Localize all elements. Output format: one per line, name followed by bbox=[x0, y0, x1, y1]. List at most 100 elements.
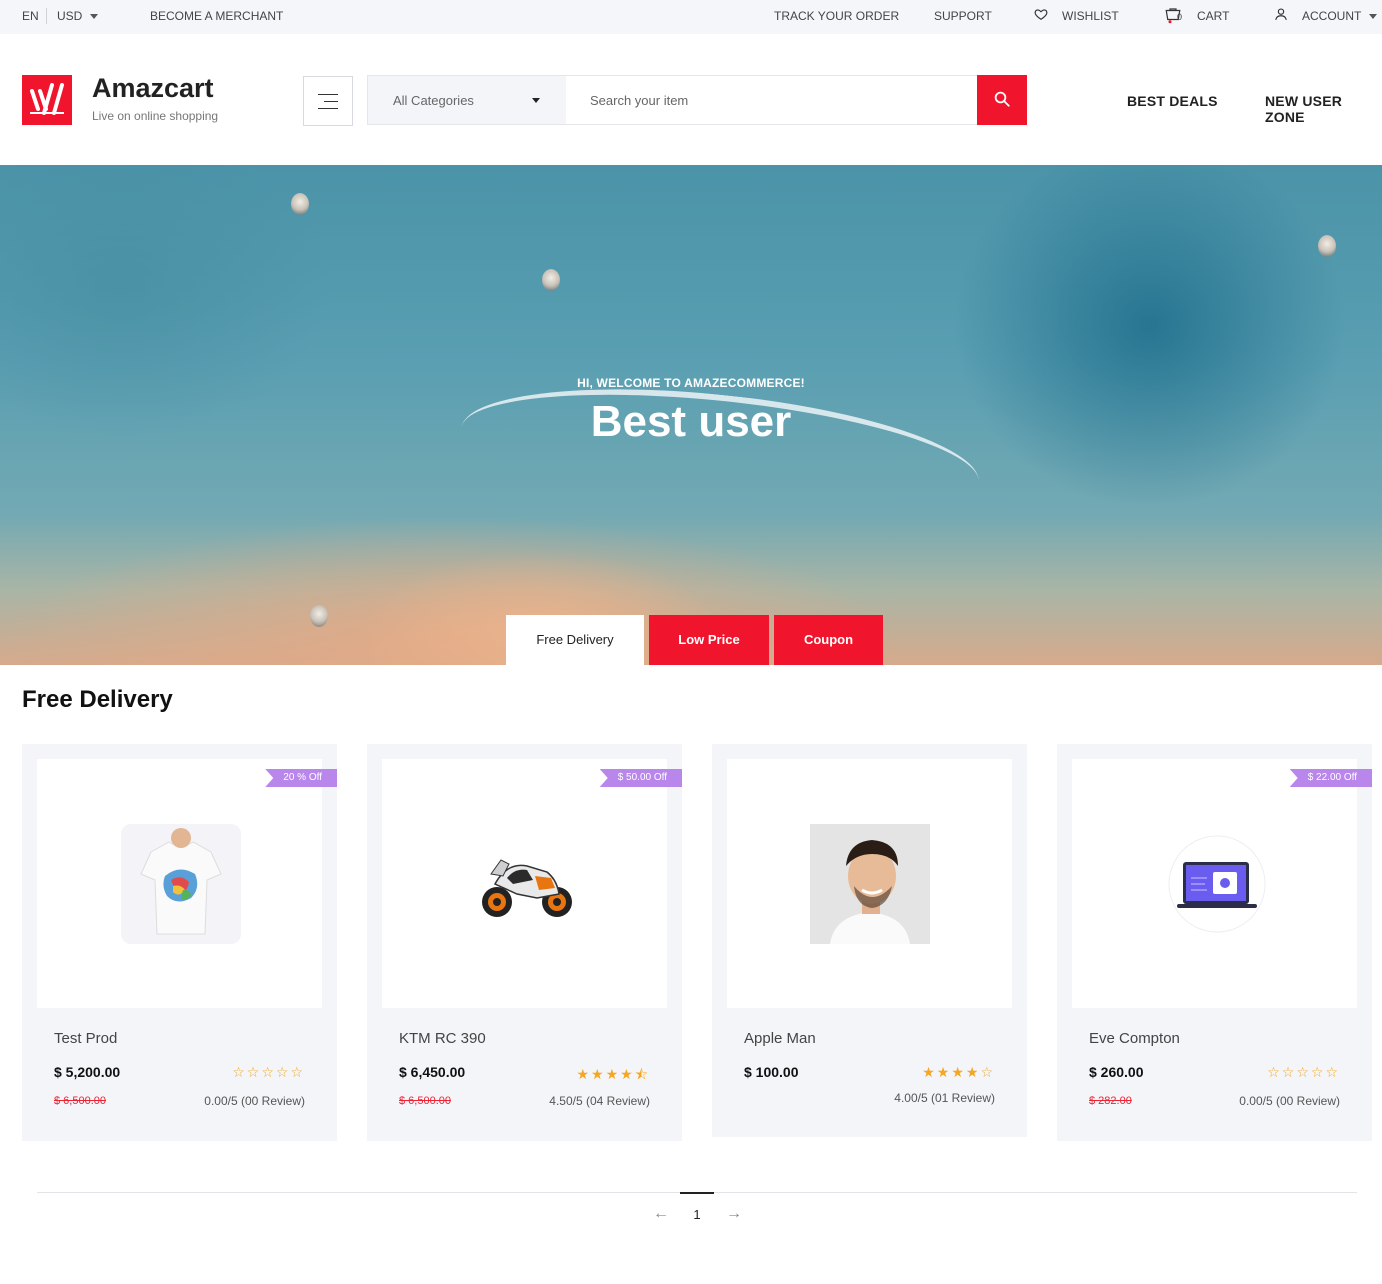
star-empty-icon: ☆ bbox=[232, 1064, 247, 1080]
rating-stars: ★★★★⯪ bbox=[576, 1064, 650, 1088]
star-empty-icon: ☆ bbox=[246, 1064, 262, 1080]
rating-text: 4.50/5 (04 Review) bbox=[549, 1094, 650, 1108]
star-filled-icon: ★ bbox=[591, 1066, 606, 1082]
category-select[interactable]: All Categories bbox=[367, 75, 567, 125]
rating-text: 4.00/5 (01 Review) bbox=[894, 1091, 995, 1105]
product-name[interactable]: Test Prod bbox=[54, 1030, 117, 1047]
search-input[interactable] bbox=[566, 75, 978, 125]
tab-coupon[interactable]: Coupon bbox=[774, 615, 883, 665]
banner-title: Best user bbox=[590, 397, 792, 446]
product-name[interactable]: Apple Man bbox=[744, 1030, 816, 1047]
menu-icon-line bbox=[318, 94, 338, 95]
star-half-icon: ⯪ bbox=[634, 1066, 650, 1082]
product-price: $ 5,200.00 bbox=[54, 1064, 121, 1080]
top-bar: EN USD BECOME A MERCHANT TRACK YOUR ORDE… bbox=[0, 0, 1382, 34]
star-filled-icon: ★ bbox=[620, 1066, 635, 1082]
star-empty-icon: ☆ bbox=[1281, 1064, 1297, 1080]
star-empty-icon: ☆ bbox=[980, 1064, 995, 1080]
star-empty-icon: ☆ bbox=[290, 1064, 305, 1080]
product-price: $ 6,450.00 bbox=[399, 1064, 466, 1080]
menu-icon-line bbox=[318, 108, 338, 109]
become-merchant-link[interactable]: BECOME A MERCHANT bbox=[150, 9, 283, 23]
search-button[interactable] bbox=[977, 75, 1027, 125]
banner-swimmer bbox=[542, 269, 560, 291]
account-menu[interactable]: ACCOUNT bbox=[1302, 9, 1378, 23]
pagination-page[interactable]: 1 bbox=[680, 1207, 714, 1222]
star-empty-icon: ☆ bbox=[261, 1064, 276, 1080]
star-filled-icon: ★ bbox=[922, 1064, 937, 1080]
banner-subtitle: HI, WELCOME TO AMAZECOMMERCE! bbox=[577, 376, 805, 390]
brand-name[interactable]: Amazcart bbox=[92, 73, 214, 104]
rating-stars: ☆☆☆☆☆ bbox=[1267, 1064, 1340, 1081]
tab-free-delivery[interactable]: Free Delivery bbox=[506, 615, 644, 665]
star-filled-icon: ★ bbox=[605, 1066, 621, 1082]
rating-text: 0.00/5 (00 Review) bbox=[1239, 1094, 1340, 1108]
banner-swimmer bbox=[310, 605, 328, 627]
rating-text: 0.00/5 (00 Review) bbox=[204, 1094, 305, 1108]
nav-best-deals[interactable]: BEST DEALS bbox=[1127, 93, 1218, 109]
arrow-right-icon[interactable]: → bbox=[726, 1205, 742, 1223]
section-title: Free Delivery bbox=[22, 686, 173, 713]
discount-badge: $ 22.00 Off bbox=[1289, 769, 1372, 787]
track-order-link[interactable]: TRACK YOUR ORDER bbox=[774, 9, 899, 23]
product-card[interactable]: 20 % Off Test Prod $ 5,200.00 $ 6,500.00… bbox=[22, 744, 337, 1141]
product-old-price: $ 6,500.00 bbox=[399, 1095, 451, 1107]
product-card[interactable]: $ 50.00 Off KTM RC 390 $ 6,450.00 $ 6,50… bbox=[367, 744, 682, 1141]
star-empty-icon: ☆ bbox=[1267, 1064, 1282, 1080]
cart-link[interactable]: CART bbox=[1197, 9, 1229, 23]
product-old-price: $ 6,500.00 bbox=[54, 1095, 106, 1107]
motorcycle-image bbox=[482, 859, 572, 917]
nav-new-user-zone[interactable]: NEW USER ZONE bbox=[1265, 93, 1382, 125]
language-selector[interactable]: EN bbox=[22, 9, 39, 23]
search-icon bbox=[994, 91, 1010, 107]
account-label: ACCOUNT bbox=[1302, 9, 1362, 23]
heart-icon bbox=[1034, 7, 1048, 24]
tshirt-image bbox=[121, 824, 241, 944]
rating-stars: ★★★★☆ bbox=[922, 1064, 995, 1081]
tab-low-price[interactable]: Low Price bbox=[649, 615, 769, 665]
banner-swimmer bbox=[291, 193, 309, 215]
brand-tagline: Live on online shopping bbox=[92, 109, 219, 123]
wishlist-link[interactable]: WISHLIST bbox=[1062, 9, 1119, 23]
star-filled-icon: ★ bbox=[576, 1066, 592, 1082]
product-image[interactable] bbox=[1072, 759, 1357, 1008]
product-image[interactable] bbox=[727, 759, 1012, 1008]
cart-count: 0 bbox=[1177, 12, 1183, 22]
product-card[interactable]: $ 22.00 Off Eve Compton $ 260.00 $ 282.0… bbox=[1057, 744, 1372, 1141]
chevron-down-icon bbox=[1369, 14, 1378, 20]
currency-selector[interactable]: USD bbox=[57, 9, 99, 23]
star-empty-icon: ☆ bbox=[1296, 1064, 1311, 1080]
product-name[interactable]: KTM RC 390 bbox=[399, 1030, 486, 1047]
rating-stars: ☆☆☆☆☆ bbox=[232, 1064, 305, 1081]
caret-down-icon bbox=[532, 98, 540, 103]
category-select-label: All Categories bbox=[393, 93, 474, 108]
hamburger-menu-button[interactable] bbox=[303, 76, 353, 126]
product-card[interactable]: Apple Man $ 100.00 ★★★★☆ 4.00/5 (01 Revi… bbox=[712, 744, 1027, 1137]
discount-badge: $ 50.00 Off bbox=[599, 769, 682, 787]
product-image[interactable] bbox=[382, 759, 667, 1008]
hero-banner: HI, WELCOME TO AMAZECOMMERCE! Best user … bbox=[0, 165, 1382, 665]
brand-logo-icon[interactable] bbox=[22, 75, 72, 125]
support-link[interactable]: SUPPORT bbox=[934, 9, 992, 23]
man-portrait-image bbox=[810, 824, 930, 944]
product-old-price: $ 282.00 bbox=[1089, 1095, 1132, 1107]
product-price: $ 100.00 bbox=[744, 1064, 799, 1080]
star-empty-icon: ☆ bbox=[275, 1064, 291, 1080]
topbar-divider bbox=[46, 8, 47, 24]
currency-label: USD bbox=[57, 9, 83, 23]
product-price: $ 260.00 bbox=[1089, 1064, 1144, 1080]
star-filled-icon: ★ bbox=[951, 1064, 966, 1080]
star-empty-icon: ☆ bbox=[1310, 1064, 1326, 1080]
star-filled-icon: ★ bbox=[965, 1064, 981, 1080]
discount-badge: 20 % Off bbox=[265, 769, 337, 787]
laptop-image bbox=[1168, 835, 1266, 933]
banner-swimmer bbox=[1318, 235, 1336, 257]
product-image[interactable] bbox=[37, 759, 322, 1008]
arrow-left-icon[interactable]: ← bbox=[653, 1205, 669, 1223]
chevron-down-icon bbox=[90, 14, 99, 20]
star-empty-icon: ☆ bbox=[1325, 1064, 1340, 1080]
banner-wave bbox=[455, 368, 985, 542]
menu-icon-line bbox=[324, 101, 338, 102]
product-name[interactable]: Eve Compton bbox=[1089, 1030, 1180, 1047]
user-icon bbox=[1274, 7, 1288, 24]
